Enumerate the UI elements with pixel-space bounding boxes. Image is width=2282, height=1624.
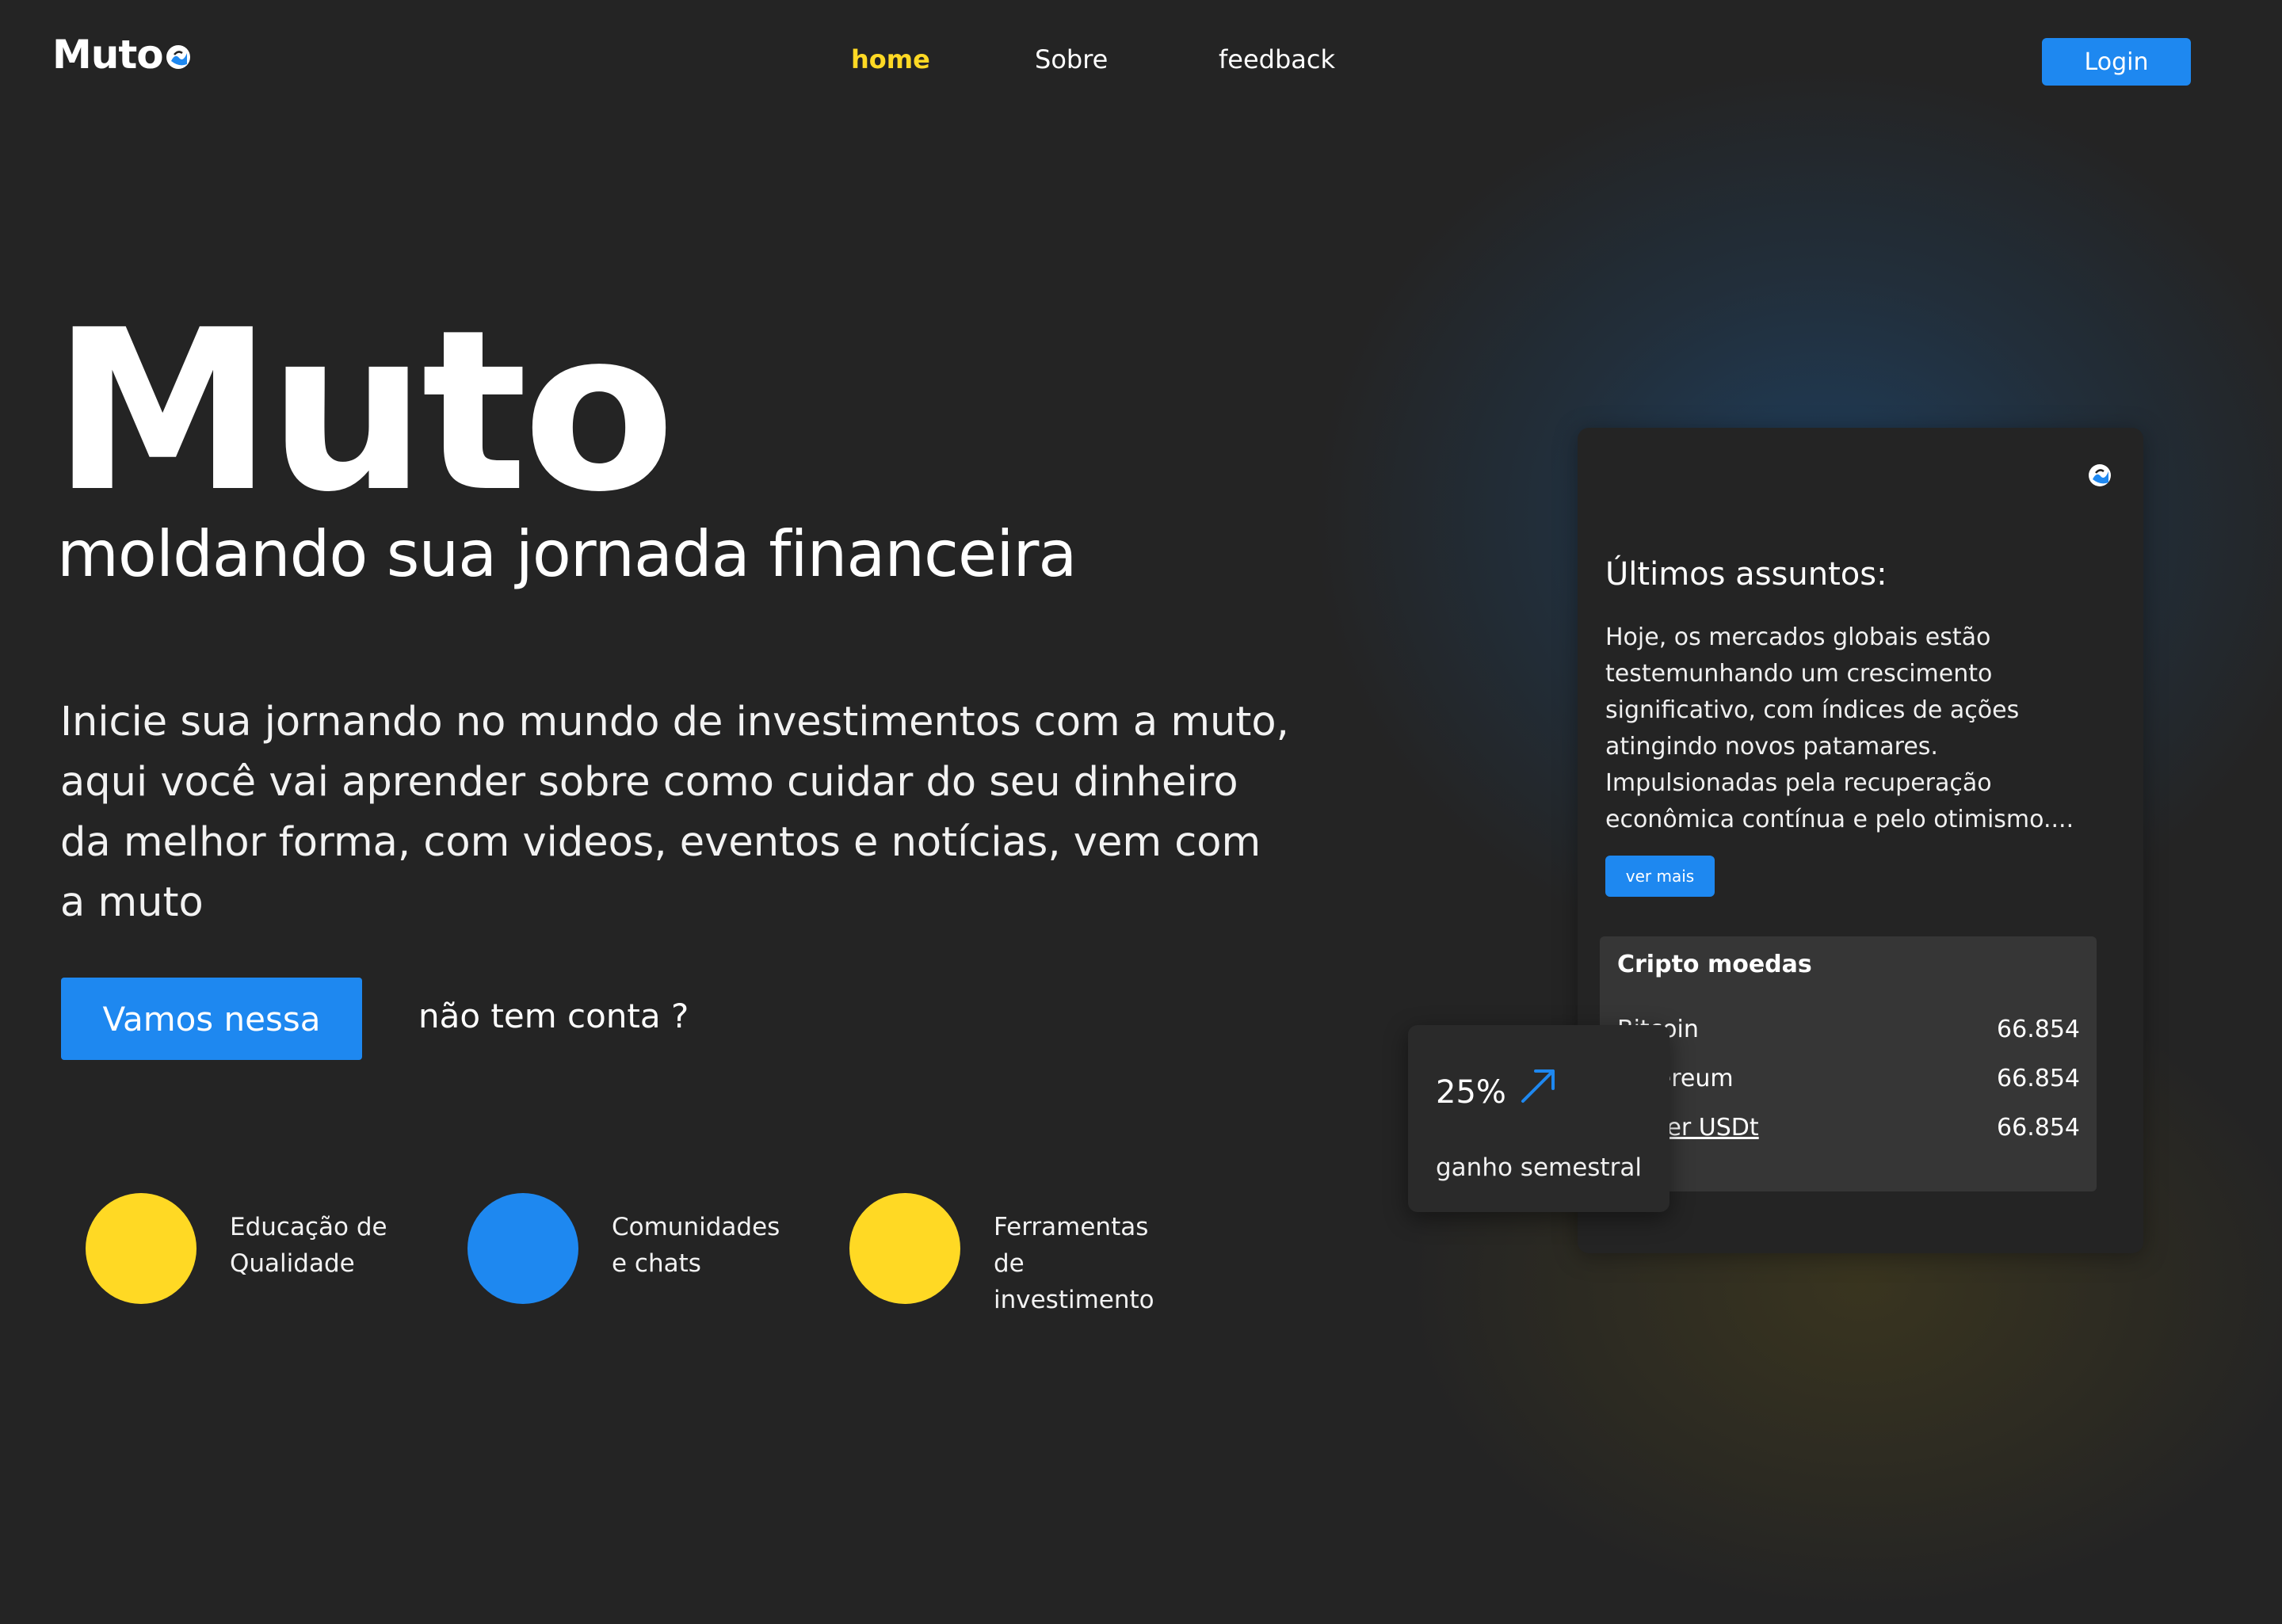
crypto-row[interactable]: Tether USDt 66.854	[1617, 1114, 2080, 1150]
hero-title: Muto	[52, 283, 675, 541]
arrow-up-right-icon	[1521, 1069, 1555, 1103]
crypto-value: 66.854	[1997, 1114, 2080, 1142]
feature-label-education: Educação de Qualidade	[230, 1213, 387, 1278]
card-globe-icon	[2089, 464, 2111, 486]
ver-mais-button[interactable]: ver mais	[1605, 856, 1715, 897]
main-nav: home Sobre feedback	[0, 44, 2282, 84]
nav-link-home[interactable]: home	[851, 44, 930, 74]
hero-description: Inicie sua jornando no mundo de investim…	[60, 699, 1289, 926]
login-button[interactable]: Login	[2042, 38, 2191, 86]
feature-circle-community	[467, 1193, 578, 1304]
feature-label-community: Comunidades e chats	[612, 1213, 780, 1278]
gain-value: 25%	[1436, 1074, 1506, 1111]
signup-link[interactable]: não tem conta ?	[418, 997, 689, 1035]
crypto-value: 66.854	[1997, 1016, 2080, 1043]
crypto-row: Bitcoin 66.854	[1617, 1016, 2080, 1052]
cta-button[interactable]: Vamos nessa	[61, 978, 362, 1060]
crypto-panel: Cripto moedas Bitcoin 66.854 Ethereum 66…	[1600, 936, 2097, 1191]
gain-card	[1408, 1025, 1670, 1212]
hero-subtitle: moldando sua jornada financeira	[57, 517, 1077, 591]
crypto-panel-title: Cripto moedas	[1617, 951, 1812, 978]
feature-label-tools: Ferramentas de investimento	[994, 1213, 1154, 1314]
crypto-row: Ethereum 66.854	[1617, 1065, 2080, 1101]
feature-circle-tools	[849, 1193, 960, 1304]
news-card-title: Últimos assuntos:	[1605, 556, 1887, 593]
feature-circle-education	[86, 1193, 197, 1304]
nav-link-feedback[interactable]: feedback	[1219, 44, 1335, 74]
gain-label: ganho semestral	[1436, 1153, 1642, 1182]
crypto-value: 66.854	[1997, 1065, 2080, 1092]
nav-link-sobre[interactable]: Sobre	[1035, 44, 1108, 74]
news-card-text: Hoje, os mercados globais estão testemun…	[1605, 623, 2074, 833]
